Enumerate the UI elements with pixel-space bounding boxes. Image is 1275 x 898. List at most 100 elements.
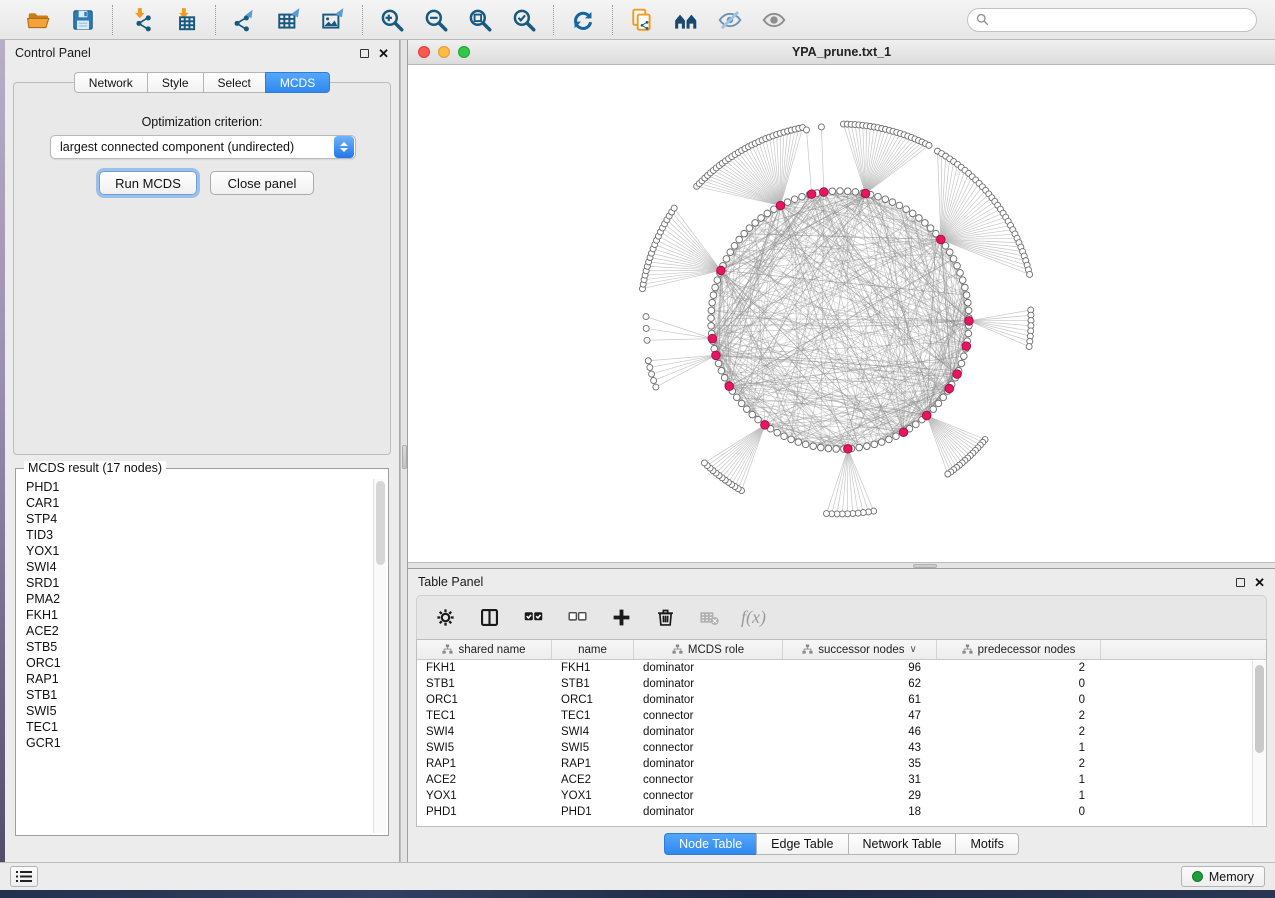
show-all-button[interactable] bbox=[759, 5, 789, 35]
close-panel-icon[interactable]: ✕ bbox=[378, 47, 389, 60]
zoom-selected-button[interactable] bbox=[509, 5, 539, 35]
save-session-button[interactable] bbox=[68, 5, 98, 35]
tab-node-table[interactable]: Node Table bbox=[664, 833, 756, 855]
select-all-rows-button[interactable] bbox=[521, 606, 545, 630]
zoom-out-icon bbox=[423, 7, 449, 33]
criterion-dropdown[interactable]: largest connected component (undirected) bbox=[50, 135, 356, 159]
column-header-successor-nodes[interactable]: successor nodes∨ bbox=[783, 640, 937, 659]
cell-successor-nodes: 62 bbox=[783, 678, 937, 690]
table-row[interactable]: TEC1TEC1connector472 bbox=[417, 708, 1266, 724]
cell-successor-nodes: 31 bbox=[783, 774, 937, 786]
table-scrollbar-thumb[interactable] bbox=[1255, 665, 1264, 753]
cell-name: SWI5 bbox=[552, 742, 634, 754]
table-row[interactable]: SWI5SWI5connector431 bbox=[417, 740, 1266, 756]
refresh-view-button[interactable] bbox=[568, 5, 598, 35]
result-node-item[interactable]: TID3 bbox=[17, 527, 369, 543]
result-node-item[interactable]: YOX1 bbox=[17, 543, 369, 559]
table-row[interactable]: ACE2ACE2connector311 bbox=[417, 772, 1266, 788]
close-table-panel-icon[interactable]: ✕ bbox=[1254, 576, 1265, 589]
result-node-item[interactable]: PMA2 bbox=[17, 591, 369, 607]
table-row[interactable]: YOX1YOX1connector291 bbox=[417, 788, 1266, 804]
table-row[interactable]: PHD1PHD1dominator180 bbox=[417, 804, 1266, 820]
hide-selected-icon bbox=[717, 7, 743, 33]
delete-column-button[interactable] bbox=[653, 606, 677, 630]
result-node-item[interactable]: STB1 bbox=[17, 687, 369, 703]
sort-descending-icon: ∨ bbox=[909, 644, 916, 655]
cell-MCDS-role: dominator bbox=[634, 758, 783, 770]
float-panel-icon[interactable] bbox=[360, 49, 369, 58]
result-node-item[interactable]: PHD1 bbox=[17, 479, 369, 495]
float-table-panel-icon[interactable] bbox=[1236, 578, 1245, 587]
vertical-splitter-grip[interactable] bbox=[402, 445, 407, 469]
column-header-MCDS-role[interactable]: MCDS role bbox=[634, 640, 783, 659]
result-node-item[interactable]: ORC1 bbox=[17, 655, 369, 671]
result-node-item[interactable]: STB5 bbox=[17, 639, 369, 655]
tab-mcds[interactable]: MCDS bbox=[265, 72, 330, 93]
zoom-out-button[interactable] bbox=[421, 5, 451, 35]
cell-MCDS-role: dominator bbox=[634, 662, 783, 674]
export-network-button[interactable] bbox=[230, 5, 260, 35]
network-window-title: YPA_prune.txt_1 bbox=[408, 45, 1275, 59]
mcds-result-list[interactable]: PHD1CAR1STP4TID3YOX1SWI4SRD1PMA2FKH1ACE2… bbox=[17, 479, 369, 833]
run-mcds-button[interactable]: Run MCDS bbox=[99, 171, 197, 195]
result-node-item[interactable]: SRD1 bbox=[17, 575, 369, 591]
cell-successor-nodes: 18 bbox=[783, 806, 937, 818]
result-node-item[interactable]: FKH1 bbox=[17, 607, 369, 623]
network-graph-canvas[interactable] bbox=[408, 65, 1275, 562]
show-all-icon bbox=[761, 7, 787, 33]
select-all-rows-icon bbox=[523, 607, 544, 628]
result-scrollbar[interactable] bbox=[373, 479, 386, 833]
add-column-button[interactable] bbox=[609, 606, 633, 630]
tab-edge-table[interactable]: Edge Table bbox=[756, 833, 847, 855]
import-table-button[interactable] bbox=[171, 5, 201, 35]
table-settings-button[interactable] bbox=[433, 606, 457, 630]
result-node-item[interactable]: STP4 bbox=[17, 511, 369, 527]
table-row[interactable]: RAP1RAP1dominator352 bbox=[417, 756, 1266, 772]
result-node-item[interactable]: GCR1 bbox=[17, 735, 369, 751]
status-menu-button[interactable] bbox=[10, 866, 38, 887]
table-row[interactable]: ORC1ORC1dominator610 bbox=[417, 692, 1266, 708]
export-image-button[interactable] bbox=[318, 5, 348, 35]
tab-motifs[interactable]: Motifs bbox=[955, 833, 1018, 855]
network-window-titlebar[interactable]: YPA_prune.txt_1 bbox=[408, 40, 1275, 65]
table-panel-header: Table Panel ✕ bbox=[408, 569, 1275, 595]
table-row[interactable]: FKH1FKH1dominator962 bbox=[417, 660, 1266, 676]
result-scrollbar-thumb[interactable] bbox=[376, 481, 385, 565]
table-row[interactable]: SWI4SWI4dominator462 bbox=[417, 724, 1266, 740]
result-node-item[interactable]: SWI4 bbox=[17, 559, 369, 575]
hide-selected-button[interactable] bbox=[715, 5, 745, 35]
tab-select[interactable]: Select bbox=[203, 72, 265, 93]
first-neighbors-button[interactable] bbox=[671, 5, 701, 35]
zoom-fit-button[interactable] bbox=[465, 5, 495, 35]
cell-predecessor-nodes: 1 bbox=[937, 742, 1101, 754]
zoom-in-button[interactable] bbox=[377, 5, 407, 35]
import-network-button[interactable] bbox=[127, 5, 157, 35]
tab-network-table[interactable]: Network Table bbox=[848, 833, 956, 855]
open-file-button[interactable] bbox=[24, 5, 54, 35]
node-table: shared namename MCDS role successor node… bbox=[416, 639, 1267, 827]
close-panel-button[interactable]: Close panel bbox=[210, 171, 314, 195]
table-scrollbar[interactable] bbox=[1252, 661, 1265, 825]
column-header-name[interactable]: name bbox=[552, 640, 634, 659]
deselect-all-rows-button[interactable] bbox=[565, 606, 589, 630]
column-header-predecessor-nodes[interactable]: predecessor nodes bbox=[937, 640, 1101, 659]
search-box[interactable] bbox=[967, 8, 1257, 32]
vertical-splitter[interactable] bbox=[400, 40, 408, 862]
column-header-shared-name[interactable]: shared name bbox=[417, 640, 552, 659]
clone-network-icon bbox=[629, 7, 655, 33]
column-visibility-button[interactable] bbox=[477, 606, 501, 630]
result-node-item[interactable]: CAR1 bbox=[17, 495, 369, 511]
clone-network-button[interactable] bbox=[627, 5, 657, 35]
search-input[interactable] bbox=[994, 13, 1248, 27]
tab-network[interactable]: Network bbox=[74, 72, 147, 93]
table-row[interactable]: STB1STB1dominator620 bbox=[417, 676, 1266, 692]
export-table-button[interactable] bbox=[274, 5, 304, 35]
tab-style[interactable]: Style bbox=[147, 72, 203, 93]
memory-button[interactable]: Memory bbox=[1181, 866, 1265, 887]
result-node-item[interactable]: RAP1 bbox=[17, 671, 369, 687]
result-node-item[interactable]: TEC1 bbox=[17, 719, 369, 735]
result-node-item[interactable]: ACE2 bbox=[17, 623, 369, 639]
cell-MCDS-role: connector bbox=[634, 790, 783, 802]
result-node-item[interactable]: SWI5 bbox=[17, 703, 369, 719]
cell-name: SWI4 bbox=[552, 726, 634, 738]
